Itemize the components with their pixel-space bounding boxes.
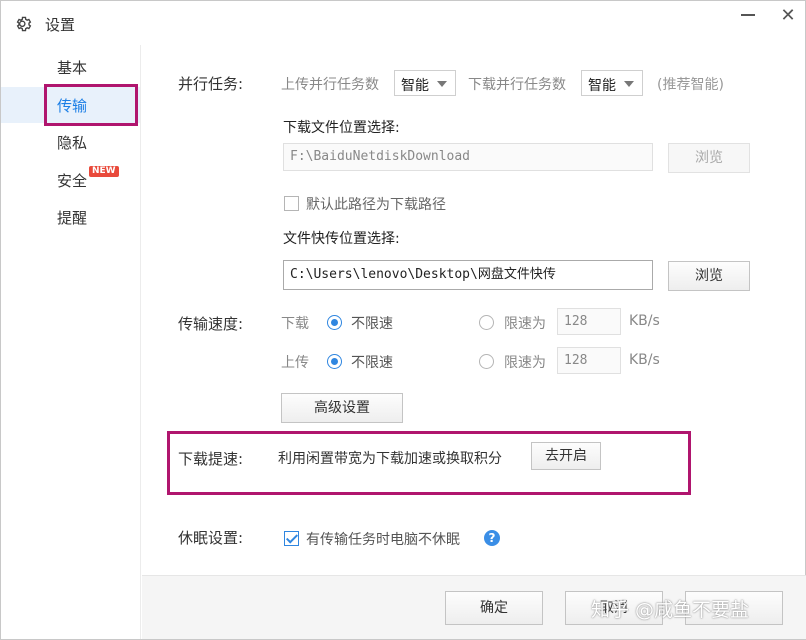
upload-unit-label: KB/s bbox=[629, 352, 660, 368]
sidebar-item-label: 基本 bbox=[57, 59, 88, 77]
chevron-down-icon bbox=[624, 81, 634, 87]
minimize-icon bbox=[741, 14, 755, 16]
download-boost-label: 下载提速: bbox=[178, 450, 244, 468]
sleep-settings-label: 休眠设置: bbox=[178, 529, 244, 547]
download-limit-radio[interactable] bbox=[479, 315, 494, 330]
chevron-down-icon bbox=[437, 81, 447, 87]
download-unlimited-label: 不限速 bbox=[351, 316, 393, 332]
window-title: 设置 bbox=[45, 16, 76, 34]
sidebar-item-label: 传输 bbox=[57, 97, 88, 115]
default-path-label: 默认此路径为下载路径 bbox=[306, 197, 446, 213]
quick-path-input[interactable]: C:\Users\lenovo\Desktop\网盘文件快传 bbox=[283, 260, 653, 290]
download-speed-label: 下载 bbox=[281, 316, 309, 332]
select-value: 智能 bbox=[588, 78, 616, 94]
prevent-sleep-label: 有传输任务时电脑不休眠 bbox=[306, 532, 460, 548]
new-badge: NEW bbox=[89, 166, 119, 177]
upload-unlimited-radio[interactable] bbox=[327, 354, 342, 369]
download-path-input[interactable]: F:\BaiduNetdiskDownload bbox=[283, 143, 653, 171]
title-bar: 设置 ✕ bbox=[1, 1, 805, 45]
sidebar-item-basic[interactable]: 基本 bbox=[1, 49, 140, 85]
sidebar-item-transfer[interactable]: 传输 bbox=[1, 87, 140, 123]
default-path-checkbox[interactable] bbox=[284, 196, 299, 211]
sidebar-item-label: 提醒 bbox=[57, 209, 88, 227]
upload-limit-radio[interactable] bbox=[479, 354, 494, 369]
enable-boost-button[interactable]: 去开启 bbox=[531, 442, 601, 470]
upload-parallel-select[interactable]: 智能 bbox=[394, 70, 456, 96]
parallel-hint: (推荐智能) bbox=[657, 77, 724, 93]
watermark-text: 知乎 @咸鱼不要盐 bbox=[591, 599, 750, 621]
sidebar: 基本 传输 隐私 安全 NEW 提醒 bbox=[1, 45, 141, 639]
help-icon[interactable]: ? bbox=[484, 530, 500, 546]
download-boost-text: 利用闲置带宽为下载加速或换取积分 bbox=[278, 451, 502, 467]
select-value: 智能 bbox=[401, 78, 429, 94]
close-button[interactable]: ✕ bbox=[777, 5, 799, 27]
download-unit-label: KB/s bbox=[629, 313, 660, 329]
parallel-tasks-label: 并行任务: bbox=[178, 75, 244, 93]
prevent-sleep-checkbox[interactable] bbox=[284, 531, 299, 546]
gear-icon bbox=[16, 16, 32, 32]
sidebar-item-security[interactable]: 安全 NEW bbox=[1, 162, 140, 198]
upload-speed-label: 上传 bbox=[281, 355, 309, 371]
transfer-speed-label: 传输速度: bbox=[178, 315, 244, 333]
quick-location-label: 文件快传位置选择: bbox=[283, 231, 400, 247]
sidebar-item-reminder[interactable]: 提醒 bbox=[1, 199, 140, 235]
sidebar-item-label: 安全 bbox=[57, 172, 88, 190]
download-parallel-select[interactable]: 智能 bbox=[581, 70, 643, 96]
ok-button[interactable]: 确定 bbox=[445, 591, 543, 625]
download-unlimited-radio[interactable] bbox=[327, 315, 342, 330]
sidebar-item-label: 隐私 bbox=[57, 134, 88, 152]
upload-limit-input[interactable]: 128 bbox=[557, 347, 621, 374]
download-limit-input[interactable]: 128 bbox=[557, 308, 621, 335]
settings-content: 并行任务: 上传并行任务数 智能 下载并行任务数 智能 (推荐智能) 下载文件位… bbox=[142, 45, 806, 575]
minimize-button[interactable] bbox=[737, 5, 759, 27]
sidebar-item-privacy[interactable]: 隐私 bbox=[1, 124, 140, 160]
download-browse-button[interactable]: 浏览 bbox=[668, 143, 750, 173]
close-icon: ✕ bbox=[780, 5, 796, 26]
download-limit-label: 限速为 bbox=[504, 316, 546, 332]
settings-window: 设置 ✕ 基本 传输 隐私 安全 NEW 提醒 并行任务: 上传并行任务数 智能… bbox=[0, 0, 806, 640]
upload-limit-label: 限速为 bbox=[504, 355, 546, 371]
upload-unlimited-label: 不限速 bbox=[351, 355, 393, 371]
quick-browse-button[interactable]: 浏览 bbox=[668, 261, 750, 291]
download-parallel-label: 下载并行任务数 bbox=[468, 77, 566, 93]
advanced-settings-button[interactable]: 高级设置 bbox=[281, 393, 403, 423]
upload-parallel-label: 上传并行任务数 bbox=[281, 77, 379, 93]
download-location-label: 下载文件位置选择: bbox=[283, 120, 400, 136]
